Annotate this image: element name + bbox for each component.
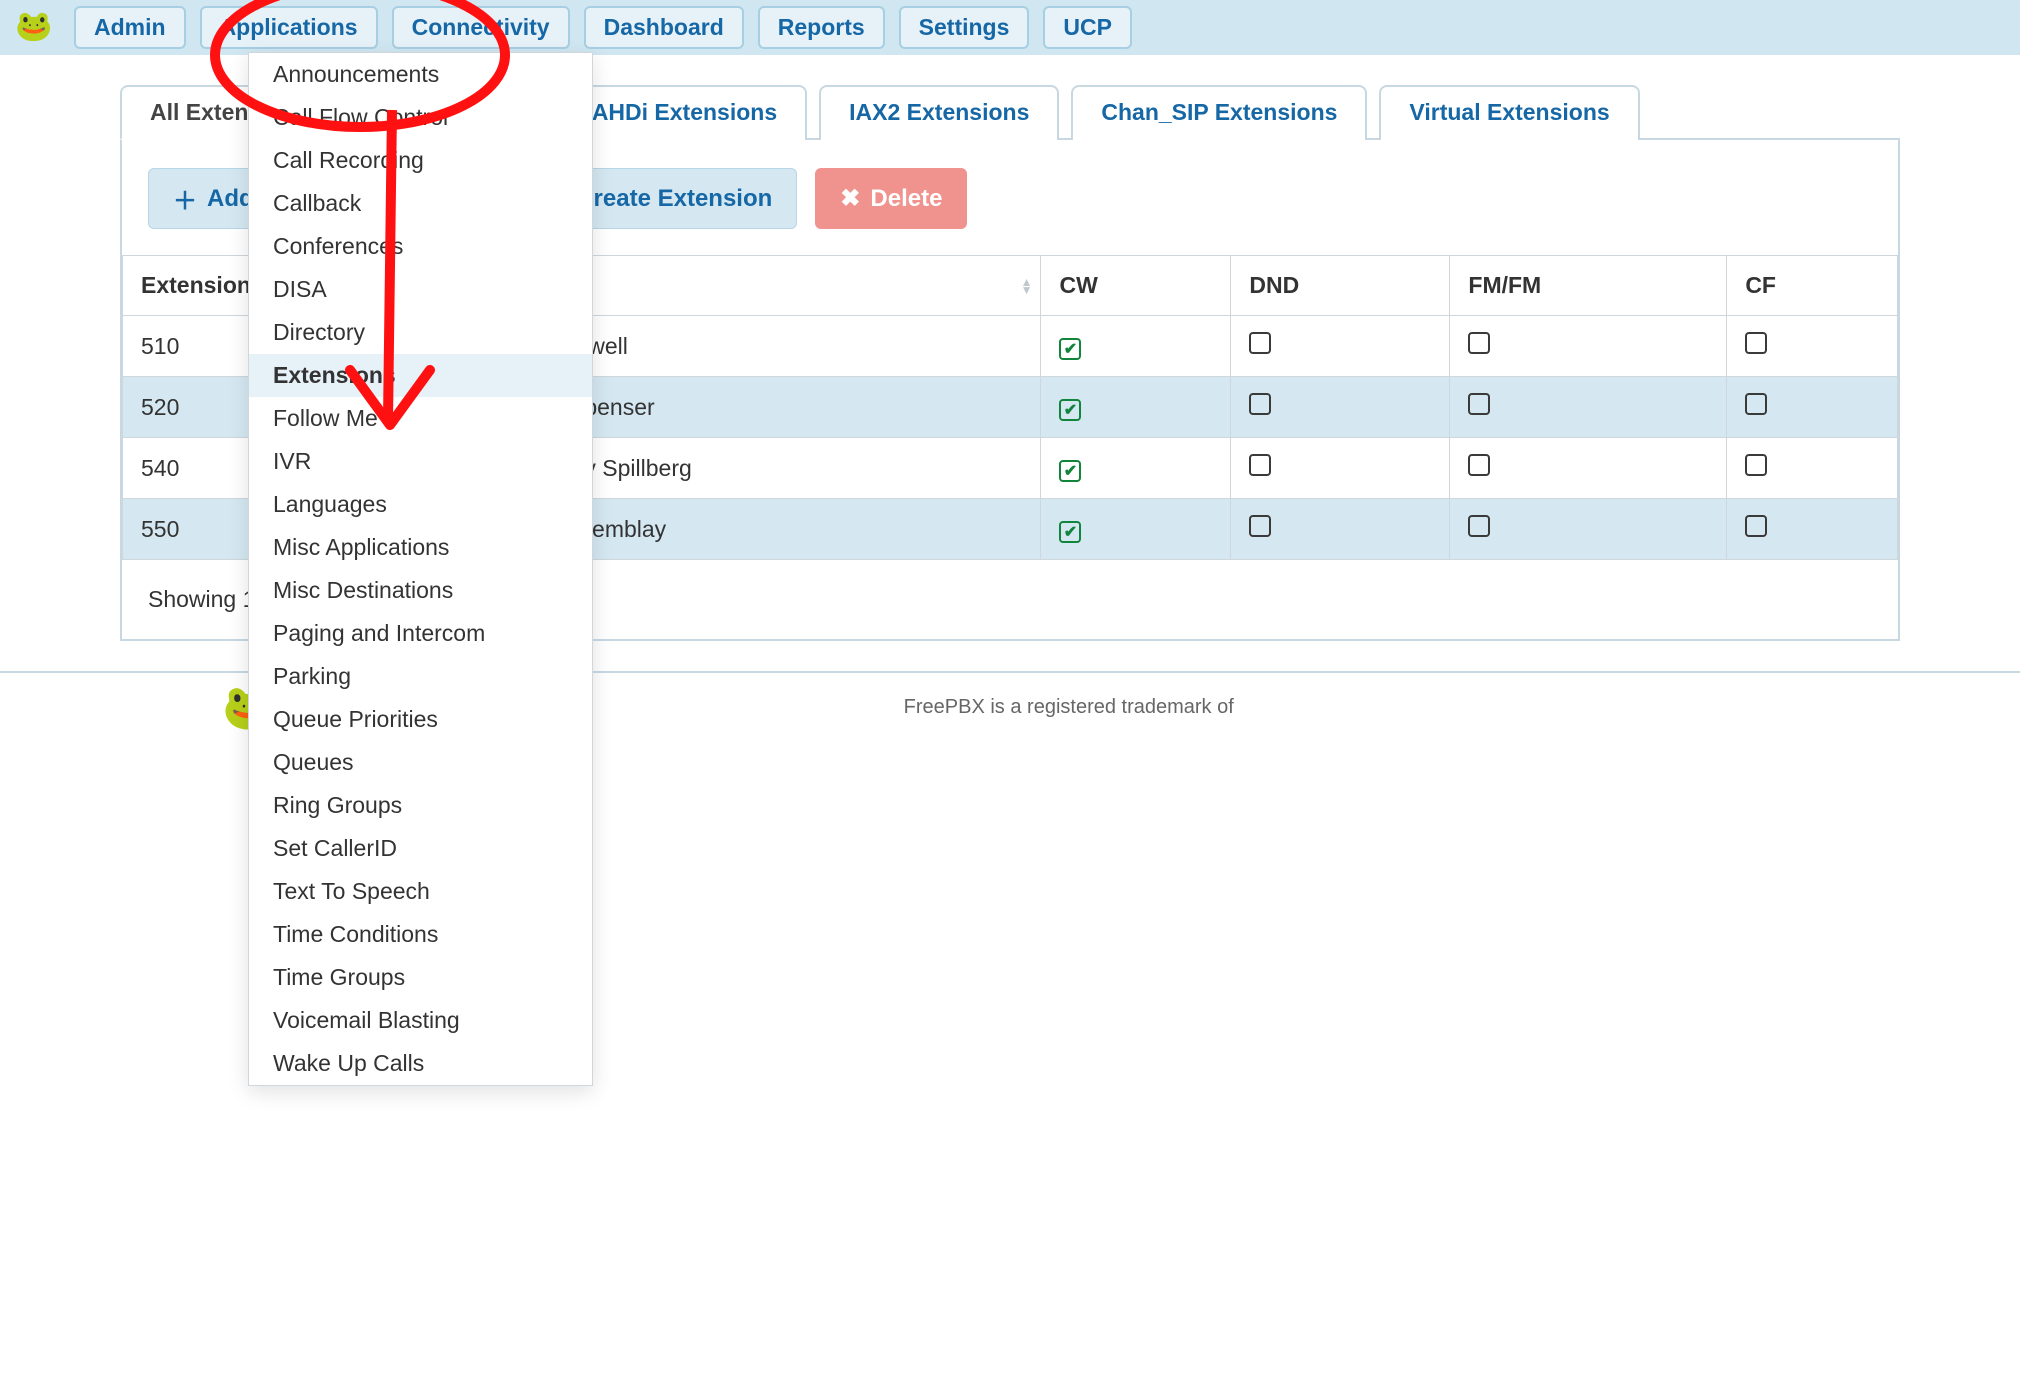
- dropdown-item-call-flow-control[interactable]: Call Flow Control: [249, 96, 592, 139]
- checkbox[interactable]: [1249, 393, 1271, 415]
- cell-fmfm: [1450, 438, 1727, 499]
- cell-fmfm: [1450, 377, 1727, 438]
- cell-dnd: [1231, 316, 1450, 377]
- cell-dnd: [1231, 499, 1450, 560]
- cell-fmfm: [1450, 499, 1727, 560]
- checkbox[interactable]: [1468, 393, 1490, 415]
- dropdown-item-directory[interactable]: Directory: [249, 311, 592, 354]
- cell-dnd: [1231, 377, 1450, 438]
- dropdown-item-voicemail-blasting[interactable]: Voicemail Blasting: [249, 999, 592, 1042]
- cell-cf: [1727, 438, 1898, 499]
- logo-icon: 🐸: [8, 6, 60, 46]
- dropdown-item-misc-destinations[interactable]: Misc Destinations: [249, 569, 592, 612]
- plus-icon: ＋: [173, 181, 197, 216]
- cell-dnd: [1231, 438, 1450, 499]
- checkbox[interactable]: [1745, 332, 1767, 354]
- dropdown-item-languages[interactable]: Languages: [249, 483, 592, 526]
- checkbox[interactable]: [1059, 521, 1081, 543]
- sort-icon[interactable]: ▲▼: [1021, 278, 1033, 294]
- checkbox[interactable]: [1059, 338, 1081, 360]
- cell-cf: [1727, 499, 1898, 560]
- dropdown-item-extensions[interactable]: Extensions: [249, 354, 592, 397]
- cell-cw: [1041, 377, 1231, 438]
- tab-virtual-extensions[interactable]: Virtual Extensions: [1379, 85, 1639, 140]
- dropdown-item-announcements[interactable]: Announcements: [249, 53, 592, 96]
- dropdown-item-follow-me[interactable]: Follow Me: [249, 397, 592, 440]
- col-cw[interactable]: CW: [1041, 256, 1231, 316]
- applications-dropdown: AnnouncementsCall Flow ControlCall Recor…: [248, 52, 593, 1086]
- checkbox[interactable]: [1059, 460, 1081, 482]
- cell-cf: [1727, 316, 1898, 377]
- col-cf[interactable]: CF: [1727, 256, 1898, 316]
- dropdown-item-time-conditions[interactable]: Time Conditions: [249, 913, 592, 956]
- checkbox[interactable]: [1468, 515, 1490, 537]
- dropdown-item-call-recording[interactable]: Call Recording: [249, 139, 592, 182]
- dropdown-item-paging-and-intercom[interactable]: Paging and Intercom: [249, 612, 592, 655]
- tab-chan_sip-extensions[interactable]: Chan_SIP Extensions: [1071, 85, 1367, 140]
- dropdown-item-text-to-speech[interactable]: Text To Speech: [249, 870, 592, 913]
- nav-ucp[interactable]: UCP: [1043, 6, 1132, 49]
- col-fm-fm[interactable]: FM/FM: [1450, 256, 1727, 316]
- col-dnd[interactable]: DND: [1231, 256, 1450, 316]
- dropdown-item-queue-priorities[interactable]: Queue Priorities: [249, 698, 592, 741]
- checkbox[interactable]: [1249, 454, 1271, 476]
- dropdown-item-callback[interactable]: Callback: [249, 182, 592, 225]
- checkbox[interactable]: [1745, 454, 1767, 476]
- cell-cw: [1041, 316, 1231, 377]
- dropdown-item-conferences[interactable]: Conferences: [249, 225, 592, 268]
- dropdown-item-set-callerid[interactable]: Set CallerID: [249, 827, 592, 870]
- nav-dashboard[interactable]: Dashboard: [584, 6, 744, 49]
- nav-settings[interactable]: Settings: [899, 6, 1030, 49]
- nav-admin[interactable]: Admin: [74, 6, 186, 49]
- nav-applications[interactable]: Applications: [200, 6, 378, 49]
- nav-connectivity[interactable]: Connectivity: [392, 6, 570, 49]
- dropdown-item-misc-applications[interactable]: Misc Applications: [249, 526, 592, 569]
- dropdown-item-ring-groups[interactable]: Ring Groups: [249, 784, 592, 827]
- top-nav: 🐸 Admin Applications Connectivity Dashbo…: [0, 0, 2020, 55]
- dropdown-item-parking[interactable]: Parking: [249, 655, 592, 698]
- checkbox[interactable]: [1745, 515, 1767, 537]
- tab-iax2-extensions[interactable]: IAX2 Extensions: [819, 85, 1059, 140]
- delete-button[interactable]: ✖ Delete: [815, 168, 967, 229]
- checkbox[interactable]: [1059, 399, 1081, 421]
- dropdown-item-wake-up-calls[interactable]: Wake Up Calls: [249, 1042, 592, 1085]
- cell-cw: [1041, 438, 1231, 499]
- cell-cf: [1727, 377, 1898, 438]
- cell-cw: [1041, 499, 1231, 560]
- dropdown-item-disa[interactable]: DISA: [249, 268, 592, 311]
- nav-reports[interactable]: Reports: [758, 6, 885, 49]
- dropdown-item-ivr[interactable]: IVR: [249, 440, 592, 483]
- footer-trademark: FreePBX is a registered trademark of: [904, 696, 1234, 719]
- dropdown-item-queues[interactable]: Queues: [249, 741, 592, 784]
- checkbox[interactable]: [1249, 515, 1271, 537]
- checkbox[interactable]: [1468, 454, 1490, 476]
- checkbox[interactable]: [1249, 332, 1271, 354]
- checkbox[interactable]: [1468, 332, 1490, 354]
- footer-partner-logo: [1678, 692, 1798, 722]
- dropdown-item-time-groups[interactable]: Time Groups: [249, 956, 592, 999]
- close-icon: ✖: [840, 184, 860, 213]
- cell-fmfm: [1450, 316, 1727, 377]
- checkbox[interactable]: [1745, 393, 1767, 415]
- delete-label: Delete: [870, 185, 942, 213]
